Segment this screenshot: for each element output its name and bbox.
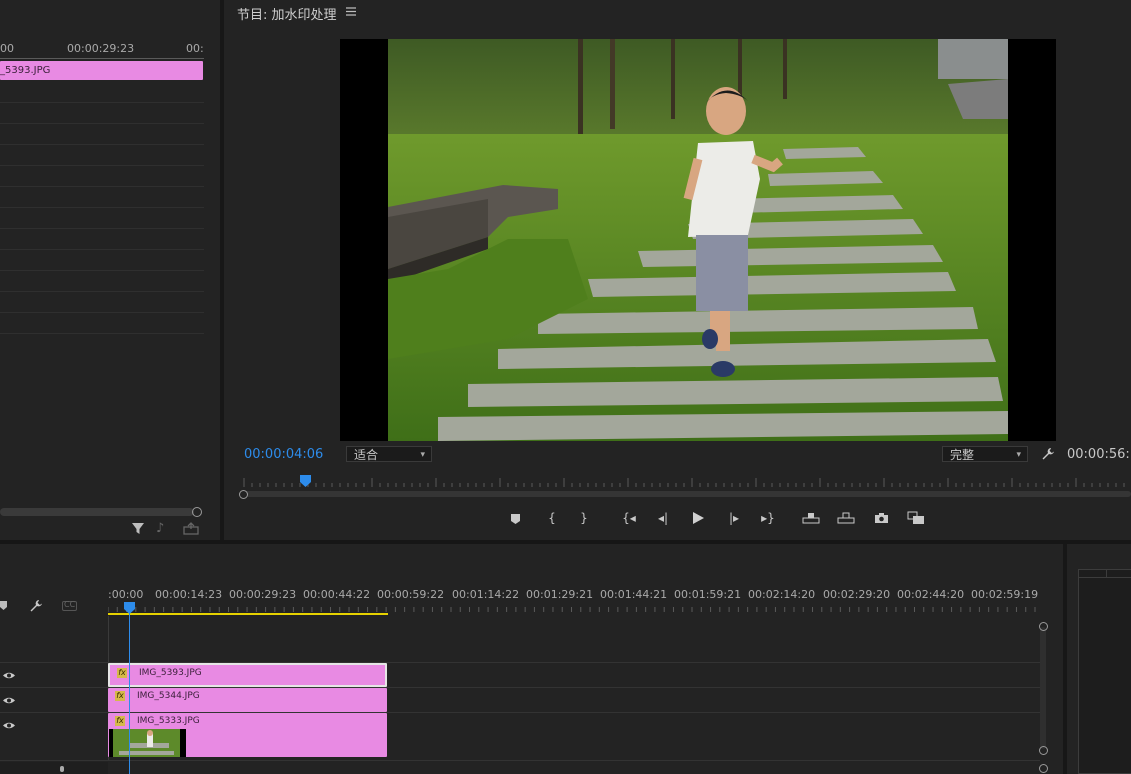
source-track-line	[0, 228, 204, 229]
timeline-clip[interactable]: fx IMG_5344.JPG	[108, 688, 387, 712]
source-scrollbar[interactable]	[0, 508, 194, 516]
microphone-icon[interactable]	[58, 766, 66, 774]
step-forward-icon[interactable]: |▸	[724, 508, 744, 528]
timeline-playhead-line[interactable]	[129, 612, 130, 774]
source-ruler-ticks	[0, 55, 204, 59]
audio-meter-header	[1078, 569, 1131, 578]
timeline-ruler-label: 00:00:44:22	[303, 588, 371, 601]
timeline-ruler-label: 00:00:29:23	[229, 588, 297, 601]
add-marker-icon[interactable]	[0, 600, 8, 611]
captions-label: CC	[64, 600, 76, 609]
go-to-in-icon[interactable]: {◂	[619, 508, 639, 528]
timeline-ruler-label: 00:00:14:23	[155, 588, 223, 601]
source-ruler-label-1: 00:00:29:23	[67, 42, 135, 55]
work-area-bar[interactable]	[108, 613, 388, 615]
extract-icon[interactable]	[837, 512, 855, 524]
program-monitor-title: 节目: 加水印处理	[237, 8, 337, 23]
timeline-ruler-label: 00:01:59:21	[674, 588, 742, 601]
hamburger-icon[interactable]	[346, 7, 356, 16]
fx-badge: fx	[117, 668, 127, 678]
chevron-down-icon: ▾	[1016, 450, 1021, 460]
timeline-clip[interactable]: fx IMG_5393.JPG	[108, 663, 387, 687]
source-track-line	[0, 144, 204, 145]
clip-name: IMG_5333.JPG	[137, 716, 200, 726]
play-icon[interactable]	[692, 511, 705, 525]
timeline-ruler-label: 00:01:44:21	[600, 588, 668, 601]
timeline-ruler-label: 00:02:29:20	[823, 588, 891, 601]
timeline-ruler-label: 00:00:59:22	[377, 588, 445, 601]
source-track-line	[0, 186, 204, 187]
source-track-line	[0, 165, 204, 166]
filter-icon[interactable]	[131, 522, 145, 536]
quality-dropdown[interactable]: 完整 ▾	[942, 446, 1028, 462]
audio-track-strip	[0, 762, 108, 774]
eye-icon[interactable]	[2, 696, 16, 705]
chevron-down-icon: ▾	[420, 450, 425, 460]
timeline-vscroll-handle-top[interactable]	[1039, 622, 1048, 631]
program-ruler-ticks	[243, 478, 1125, 487]
timeline-vscroll[interactable]	[1040, 627, 1046, 749]
quality-dropdown-value: 完整	[950, 448, 975, 462]
clip-name: IMG_5344.JPG	[137, 691, 200, 701]
audio-meter-divider	[1106, 569, 1107, 578]
wrench-icon[interactable]	[1041, 447, 1055, 461]
export-frame-icon[interactable]	[874, 512, 889, 524]
video-frame[interactable]	[340, 39, 1056, 441]
step-back-icon[interactable]: ◂|	[653, 508, 673, 528]
mark-out-icon[interactable]: }	[574, 508, 594, 528]
wrench-icon[interactable]	[29, 599, 43, 613]
video-preview-image	[388, 39, 1008, 441]
source-ruler-label-2: 00:	[186, 42, 204, 55]
program-ruler[interactable]	[238, 474, 1131, 488]
export-icon[interactable]	[183, 522, 199, 535]
source-track-line	[0, 270, 204, 271]
source-clip[interactable]: _5393.JPG	[0, 61, 203, 80]
captions-toggle[interactable]: CC	[62, 600, 77, 611]
source-track-line	[0, 249, 204, 250]
program-playhead[interactable]	[300, 475, 311, 487]
timeline-ruler-label: 00:02:14:20	[748, 588, 816, 601]
eye-icon[interactable]	[2, 721, 16, 730]
source-track-line	[0, 333, 204, 334]
clip-thumbnail	[109, 729, 186, 757]
source-track-line	[0, 102, 204, 103]
source-track-line	[0, 312, 204, 313]
fit-dropdown-value: 适合	[354, 448, 379, 462]
mark-in-icon[interactable]: {	[542, 508, 562, 528]
source-ruler-label-0: 00	[0, 42, 14, 55]
source-clip-name: _5393.JPG	[0, 65, 51, 76]
timeline-ruler-label: 00:02:59:19	[971, 588, 1039, 601]
program-zoom-handle[interactable]	[239, 490, 248, 499]
insert-audio-icon[interactable]: ♪	[156, 522, 164, 536]
button-editor-icon[interactable]	[907, 511, 925, 525]
timeline-ruler-label: 00:01:14:22	[452, 588, 520, 601]
timeline-ruler-label: 00:02:44:20	[897, 588, 965, 601]
source-track-line	[0, 207, 204, 208]
add-marker-icon[interactable]	[510, 513, 521, 525]
source-scroll-handle[interactable]	[192, 507, 202, 517]
timeline-vscroll-handle-bottom[interactable]	[1039, 746, 1048, 755]
source-track-line	[0, 123, 204, 124]
timeline-ruler-label: 00:01:29:21	[526, 588, 594, 601]
fx-badge: fx	[115, 716, 125, 726]
audio-meter-frame	[1078, 569, 1131, 774]
track-divider	[0, 760, 1040, 761]
timeline-ruler-label: :00:00	[108, 588, 144, 601]
timeline-clip[interactable]: fx IMG_5333.JPG	[108, 713, 387, 757]
go-to-out-icon[interactable]: ▸}	[758, 508, 778, 528]
timeline-vscroll-handle[interactable]	[1039, 764, 1048, 773]
eye-icon[interactable]	[2, 671, 16, 680]
program-zoom-bar[interactable]	[244, 491, 1131, 497]
lift-icon[interactable]	[802, 512, 820, 524]
fit-dropdown[interactable]: 适合 ▾	[346, 446, 432, 462]
fx-badge: fx	[115, 691, 125, 701]
source-track-line	[0, 291, 204, 292]
program-duration: 00:00:56:1	[1067, 447, 1131, 462]
program-current-time[interactable]: 00:00:04:06	[244, 447, 323, 462]
clip-name: IMG_5393.JPG	[139, 668, 202, 678]
